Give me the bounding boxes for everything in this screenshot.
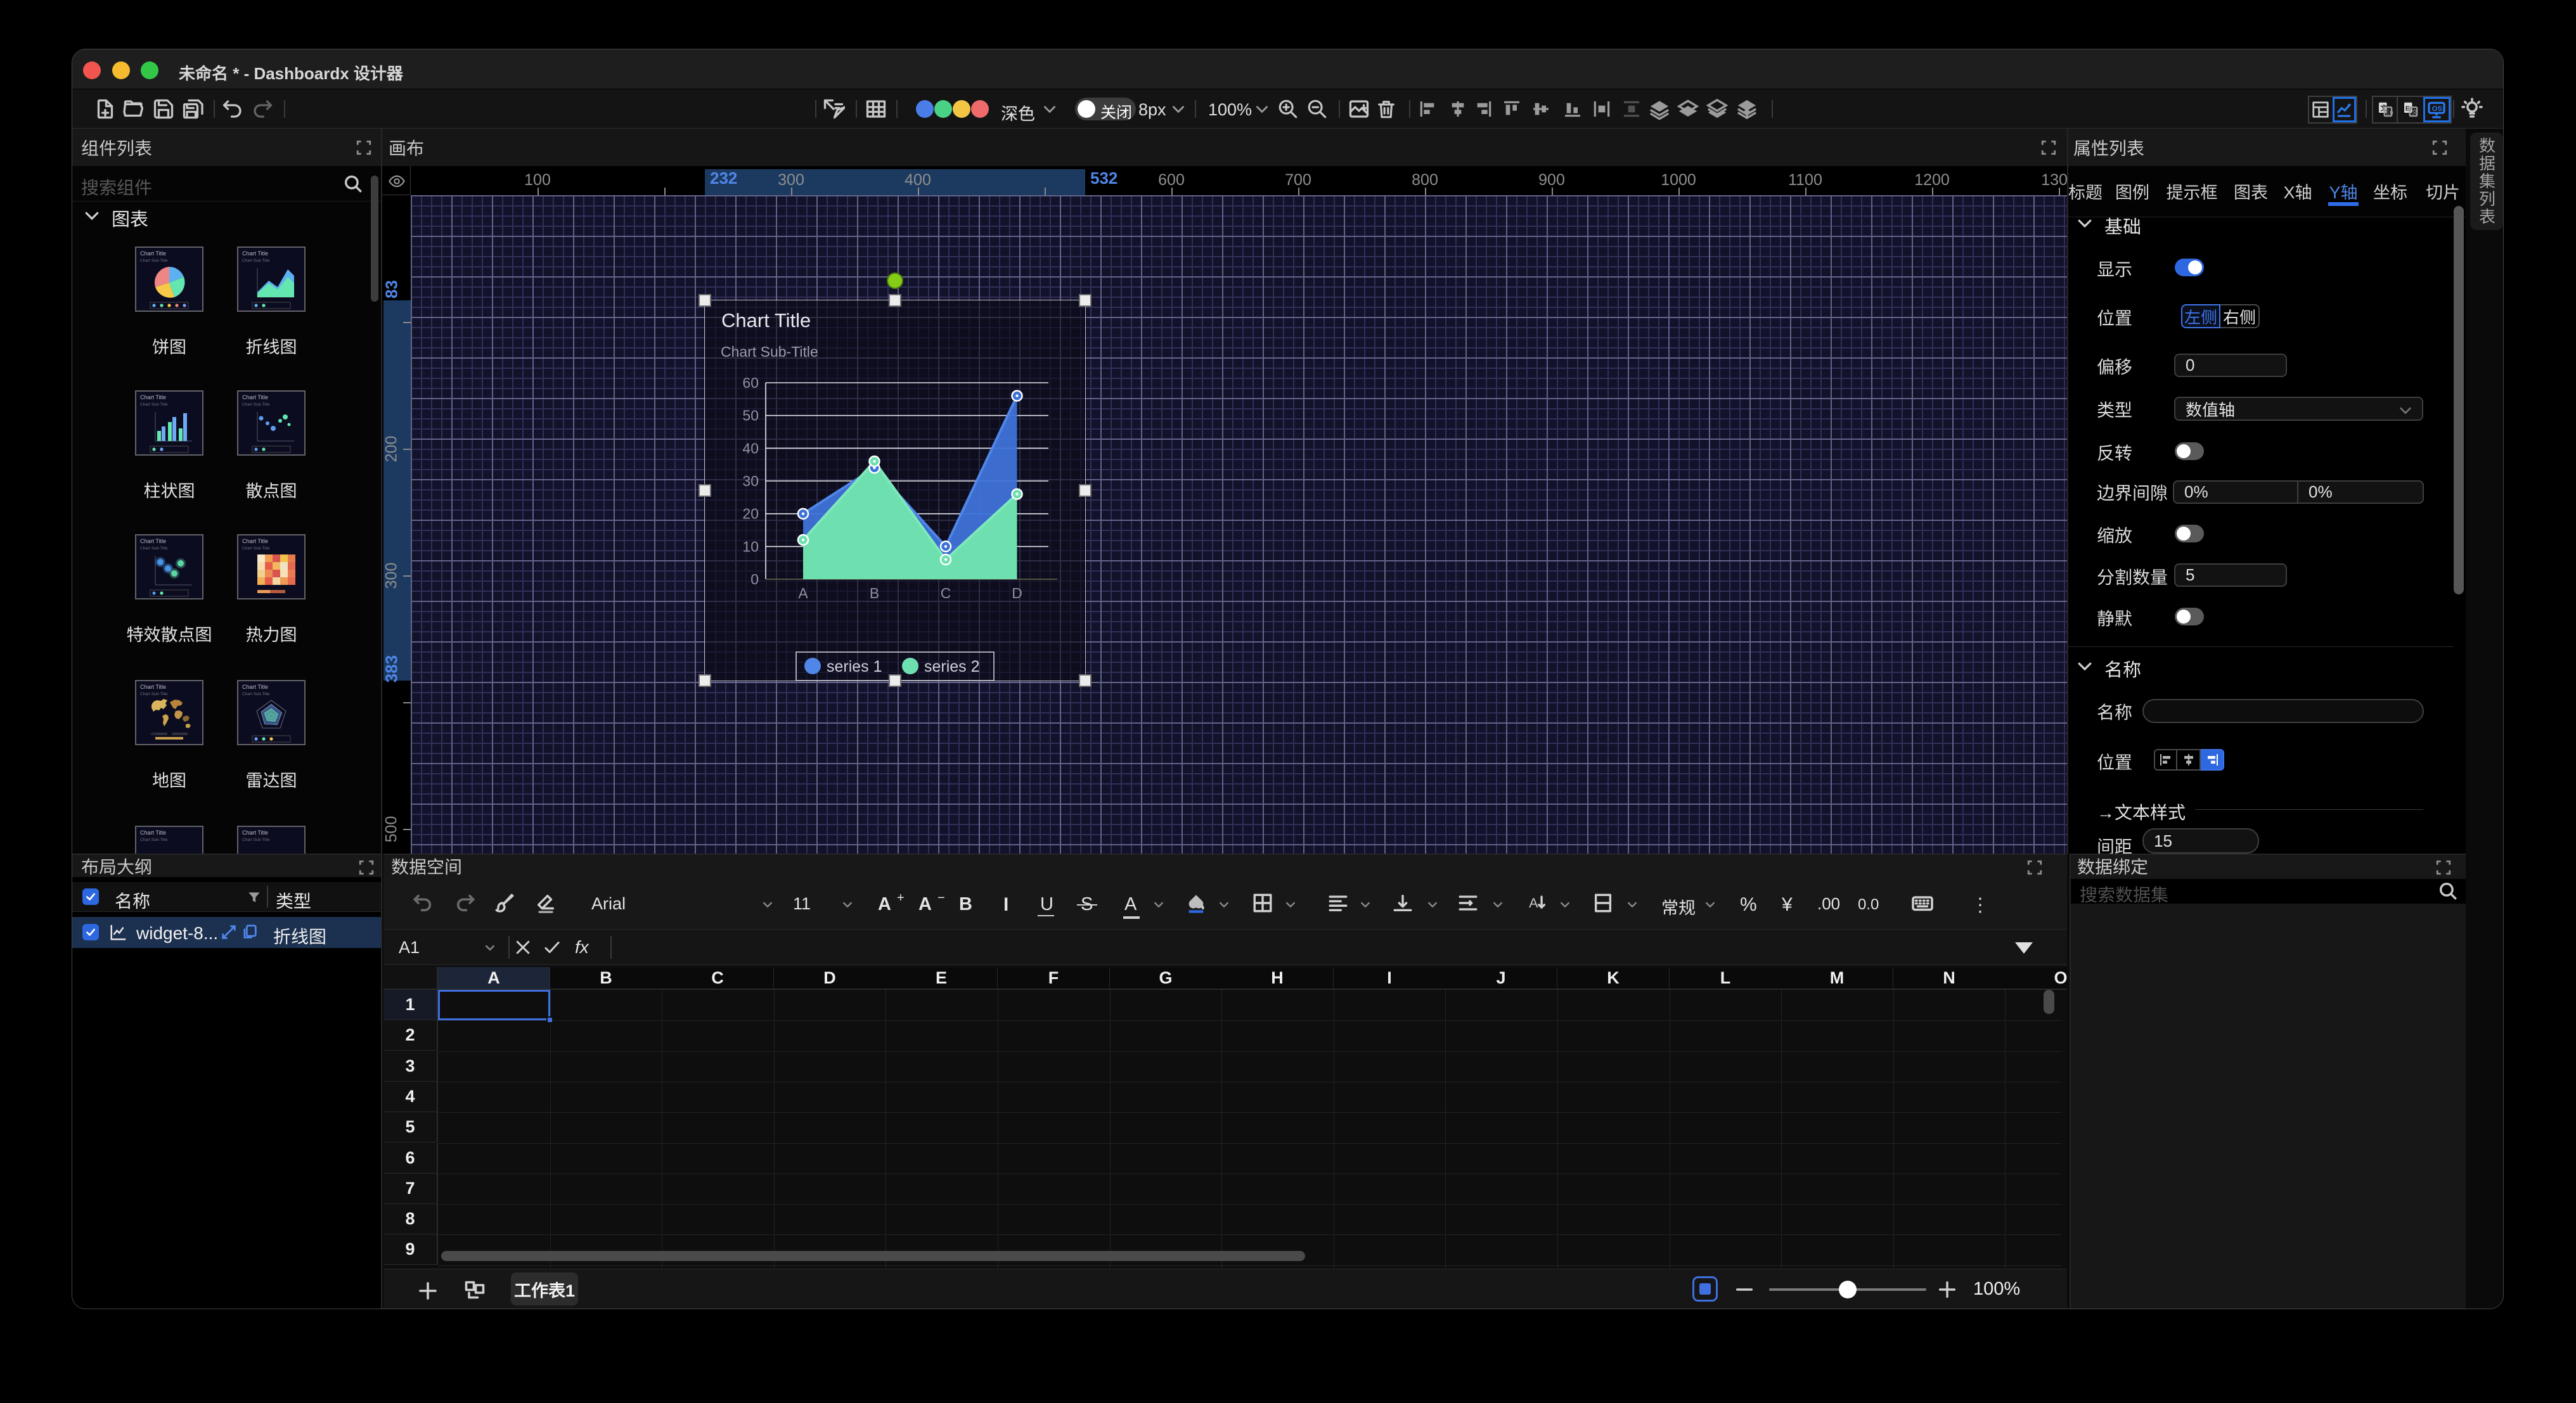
svg-text:Chart Title: Chart Title — [140, 830, 166, 836]
svg-text:160000000: 160000000 — [172, 733, 188, 736]
svg-text:Chart Sub-Title: Chart Sub-Title — [140, 402, 168, 407]
svg-text:A: A — [1529, 895, 1538, 911]
svg-text:D: D — [1012, 585, 1022, 601]
svg-text:series 1: series 1 — [827, 658, 882, 676]
svg-text:Chart Sub-Title: Chart Sub-Title — [721, 343, 818, 360]
svg-text:Chart Title: Chart Title — [242, 830, 268, 836]
svg-text:C: C — [941, 585, 951, 601]
svg-text:Chart Sub-Title: Chart Sub-Title — [140, 546, 168, 551]
svg-text:Chart Sub-Title: Chart Sub-Title — [140, 692, 168, 696]
svg-text:Chart Title: Chart Title — [242, 394, 268, 400]
svg-text:-170000000: -170000000 — [150, 733, 167, 736]
svg-text:Chart Title: Chart Title — [242, 684, 268, 690]
svg-text:Chart Sub-Title: Chart Sub-Title — [242, 546, 270, 551]
svg-text:A: A — [798, 585, 808, 601]
svg-text:20: 20 — [742, 506, 759, 522]
svg-text:Chart Sub-Title: Chart Sub-Title — [140, 259, 168, 263]
svg-text:10: 10 — [742, 538, 759, 554]
svg-text:OS: OS — [2432, 105, 2443, 113]
svg-text:30: 30 — [742, 473, 759, 489]
svg-text:0: 0 — [750, 571, 759, 587]
svg-text:Chart Title: Chart Title — [242, 538, 268, 544]
svg-text:En: En — [2385, 110, 2393, 117]
svg-text:50: 50 — [742, 407, 759, 424]
svg-text:Chart Sub-Title: Chart Sub-Title — [242, 402, 270, 407]
svg-text:Chart Sub-Title: Chart Sub-Title — [242, 259, 270, 263]
svg-text:文: 文 — [2411, 109, 2418, 117]
svg-text:Chart Sub-Title: Chart Sub-Title — [242, 838, 270, 842]
svg-text:Chart Title: Chart Title — [721, 309, 811, 331]
svg-text:Chart Title: Chart Title — [140, 684, 166, 690]
svg-text:Chart Title: Chart Title — [242, 250, 268, 257]
svg-text:Chart Title: Chart Title — [140, 250, 166, 257]
svg-text:40: 40 — [742, 440, 759, 456]
svg-text:60: 60 — [742, 375, 759, 391]
svg-text:Chart Sub-Title: Chart Sub-Title — [140, 838, 168, 842]
svg-text:Chart Title: Chart Title — [140, 538, 166, 544]
svg-text:series 2: series 2 — [924, 658, 980, 676]
svg-text:Chart Sub-Title: Chart Sub-Title — [242, 692, 270, 696]
svg-text:B: B — [870, 585, 879, 601]
svg-text:Chart Title: Chart Title — [140, 394, 166, 400]
